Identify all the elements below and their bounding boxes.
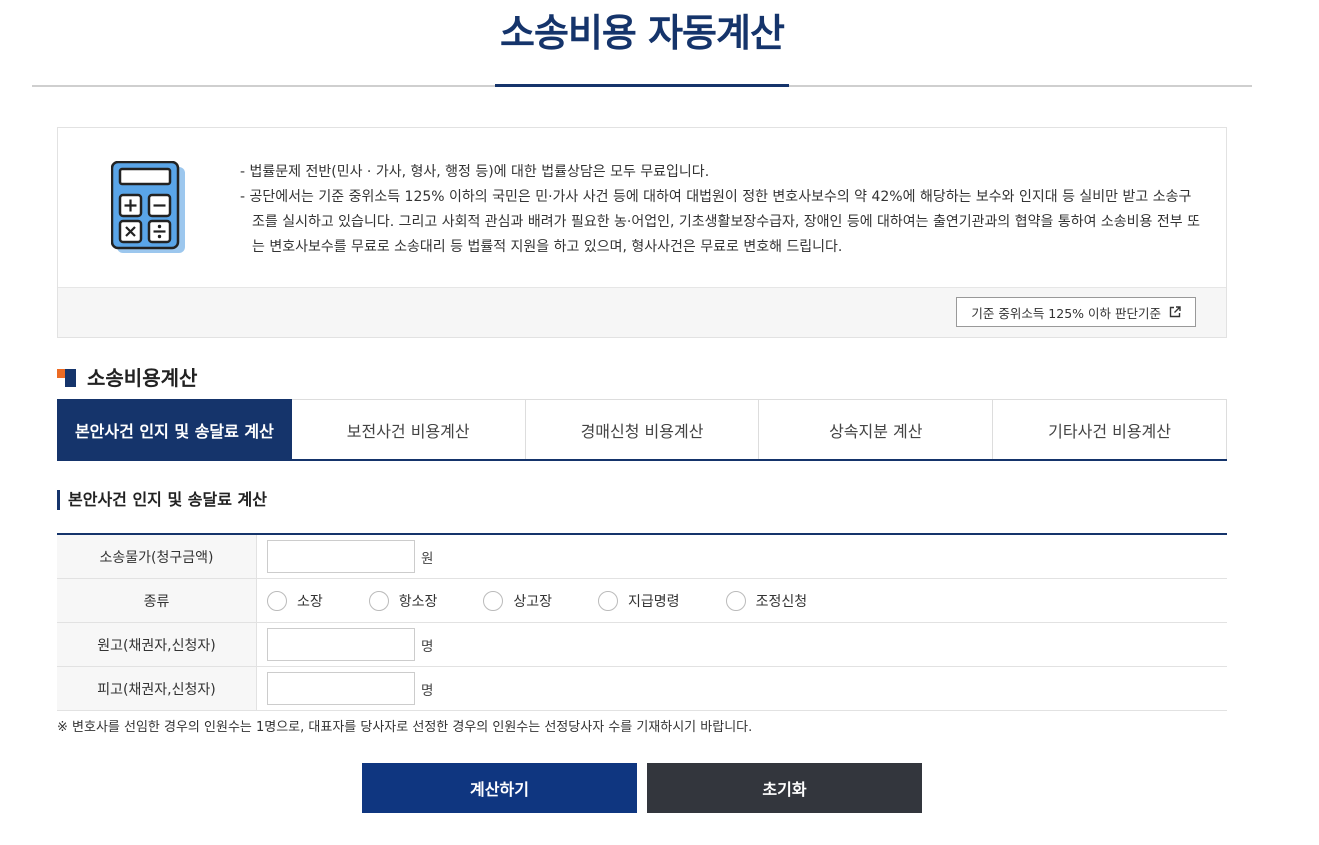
section-title: 소송비용계산 bbox=[87, 366, 198, 390]
calc-form: 소송물가(청구금액) 원 종류 소장 항소장 상고장 지급명령 조정신청 원고(… bbox=[57, 533, 1227, 711]
defendant-label: 피고(채권자,신청자) bbox=[57, 667, 257, 710]
form-subtitle: 본안사건 인지 및 송달료 계산 bbox=[57, 490, 267, 510]
radio-circle[interactable] bbox=[483, 590, 504, 611]
radio-payment-order[interactable]: 지급명령 bbox=[598, 590, 680, 611]
defendant-unit: 명 bbox=[421, 682, 434, 699]
criteria-button-label: 기준 중위소득 125% 이하 판단기준 bbox=[971, 305, 1161, 321]
claim-row: 소송물가(청구금액) 원 bbox=[57, 535, 1227, 579]
tab-other[interactable]: 기타사건 비용계산 bbox=[993, 399, 1227, 459]
info-footer: 기준 중위소득 125% 이하 판단기준 bbox=[58, 287, 1226, 337]
calculate-button[interactable]: 계산하기 bbox=[362, 763, 637, 813]
external-link-icon bbox=[1169, 306, 1181, 318]
tab-bar: 본안사건 인지 및 송달료 계산 보전사건 비용계산 경매신청 비용계산 상속지… bbox=[57, 399, 1227, 461]
criteria-link-button[interactable]: 기준 중위소득 125% 이하 판단기준 bbox=[956, 297, 1196, 327]
plaintiff-unit: 명 bbox=[421, 638, 434, 655]
radio-final-appeal[interactable]: 상고장 bbox=[483, 590, 552, 611]
radio-circle[interactable] bbox=[598, 590, 619, 611]
radio-appeal[interactable]: 항소장 bbox=[368, 590, 437, 611]
info-text: 법률문제 전반(민사 · 가사, 형사, 행정 등)에 대한 법률상담은 모두 … bbox=[240, 160, 1200, 260]
type-radio-group: 소장 항소장 상고장 지급명령 조정신청 bbox=[257, 579, 1227, 622]
plaintiff-row: 원고(채권자,신청자) 명 bbox=[57, 623, 1227, 667]
page-title: 소송비용 자동계산 bbox=[500, 11, 785, 55]
radio-complaint[interactable]: 소장 bbox=[267, 590, 323, 611]
defendant-row: 피고(채권자,신청자) 명 bbox=[57, 667, 1227, 711]
tab-main-case[interactable]: 본안사건 인지 및 송달료 계산 bbox=[57, 399, 292, 459]
title-divider-accent bbox=[495, 84, 789, 87]
section-mark-icon bbox=[57, 367, 77, 387]
plaintiff-label: 원고(채권자,신청자) bbox=[57, 623, 257, 666]
defendant-count-input[interactable] bbox=[267, 672, 415, 705]
plaintiff-count-input[interactable] bbox=[267, 628, 415, 661]
type-label: 종류 bbox=[57, 579, 257, 622]
radio-circle[interactable] bbox=[368, 590, 389, 611]
tab-inheritance[interactable]: 상속지분 계산 bbox=[759, 399, 994, 459]
reset-button[interactable]: 초기화 bbox=[647, 763, 922, 813]
info-box: 법률문제 전반(민사 · 가사, 형사, 행정 등)에 대한 법률상담은 모두 … bbox=[57, 127, 1227, 338]
tab-preservation[interactable]: 보전사건 비용계산 bbox=[291, 399, 526, 459]
type-row: 종류 소장 항소장 상고장 지급명령 조정신청 bbox=[57, 579, 1227, 623]
info-line-2: 공단에서는 기준 중위소득 125% 이하의 국민은 민·가사 사건 등에 대하… bbox=[240, 185, 1200, 260]
info-line-1: 법률문제 전반(민사 · 가사, 형사, 행정 등)에 대한 법률상담은 모두 … bbox=[240, 160, 1200, 185]
claim-amount-input[interactable] bbox=[267, 540, 415, 573]
notice-text: ※ 변호사를 선임한 경우의 인원수는 1명으로, 대표자를 당사자로 선정한 … bbox=[57, 720, 753, 735]
calculator-icon bbox=[110, 160, 187, 259]
radio-circle[interactable] bbox=[725, 590, 746, 611]
section-header: 소송비용계산 bbox=[57, 362, 197, 391]
radio-mediation[interactable]: 조정신청 bbox=[725, 590, 807, 611]
tab-auction[interactable]: 경매신청 비용계산 bbox=[525, 399, 760, 459]
radio-circle[interactable] bbox=[267, 590, 287, 611]
claim-label: 소송물가(청구금액) bbox=[57, 535, 257, 578]
claim-unit: 원 bbox=[421, 550, 434, 567]
